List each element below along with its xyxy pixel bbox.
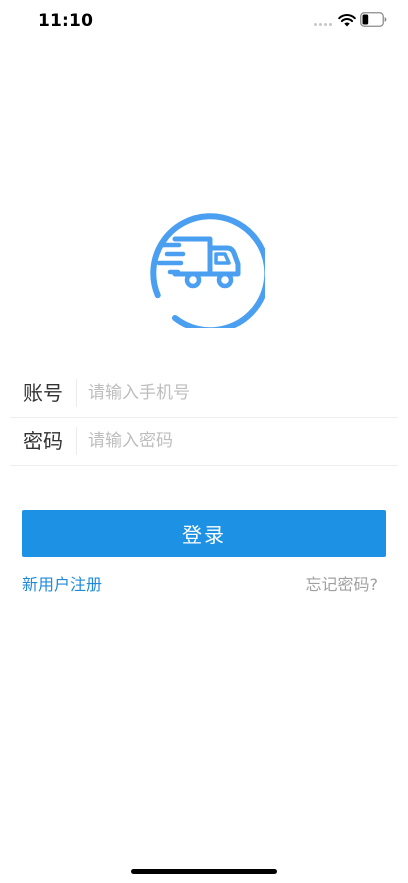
delivery-truck-icon	[150, 213, 265, 328]
login-screen: 11:10 账号 请输入手机号 密码 登录 新用户注册 忘记密码?	[0, 0, 408, 883]
password-input[interactable]	[88, 425, 388, 457]
login-button[interactable]: 登录	[22, 510, 386, 557]
home-indicator[interactable]	[131, 869, 277, 874]
forgot-password-link[interactable]: 忘记密码?	[306, 574, 379, 596]
account-divider	[76, 379, 77, 407]
account-label: 账号	[23, 381, 63, 405]
battery-icon	[360, 12, 387, 27]
account-row: 账号	[10, 369, 398, 418]
cellular-signal-icon	[314, 23, 332, 27]
wifi-icon	[338, 14, 356, 27]
register-link[interactable]: 新用户注册	[22, 574, 102, 596]
status-bar: 11:10	[0, 0, 408, 44]
password-row: 密码	[10, 417, 398, 466]
phone-input[interactable]	[88, 377, 388, 409]
password-divider	[76, 427, 77, 455]
status-time: 11:10	[38, 11, 94, 31]
password-label: 密码	[23, 429, 63, 453]
